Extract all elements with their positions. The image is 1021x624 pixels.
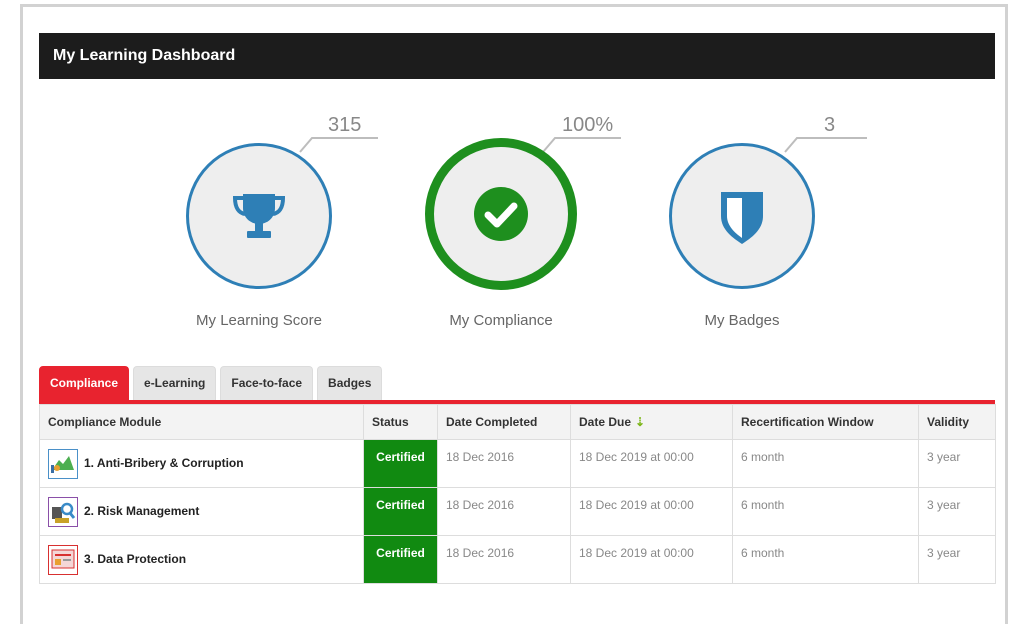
learning-score-value: 315 [328,114,362,136]
recertification-window: 6 month [732,487,919,536]
module-cell[interactable]: 2. Risk Management [39,487,364,536]
col-header-status[interactable]: Status [363,404,438,440]
compliance-leader-line [542,137,621,153]
data-protection-icon [48,544,78,575]
table-header-row: Compliance Module Status Date Completed … [39,404,996,440]
date-due: 18 Dec 2019 at 00:00 [570,439,733,488]
status-badge: Certified [363,535,438,584]
tab-badges[interactable]: Badges [317,366,383,401]
compliance-label: My Compliance [449,312,553,329]
date-completed: 18 Dec 2016 [437,439,571,488]
tab-compliance[interactable]: Compliance [39,366,130,401]
module-name[interactable]: 1. Anti-Bribery & Corruption [84,456,244,470]
badges-label: My Badges [704,312,780,329]
risk-management-icon [48,496,78,527]
compliance-table: Compliance Module Status Date Completed … [39,404,996,584]
shield-icon [721,192,763,244]
anti-bribery-icon [48,448,78,479]
compliance-circle [425,138,577,290]
badges-circle [669,143,815,289]
validity: 3 year [918,535,996,584]
sort-down-arrow-icon[interactable]: ⇣ [635,415,645,429]
date-due: 18 Dec 2019 at 00:00 [570,487,733,536]
tab-bar: Compliance e-Learning Face-to-face Badge… [39,366,383,401]
col-header-recertification-window[interactable]: Recertification Window [732,404,919,440]
dashboard-header: My Learning Dashboard [39,33,995,79]
module-cell[interactable]: 1. Anti-Bribery & Corruption [39,439,364,488]
date-completed: 18 Dec 2016 [437,487,571,536]
recertification-window: 6 month [732,535,919,584]
badges-value: 3 [824,114,836,136]
date-completed: 18 Dec 2016 [437,535,571,584]
col-header-date-completed[interactable]: Date Completed [437,404,571,440]
table-row[interactable]: 2. Risk Management Certified 18 Dec 2016… [39,487,996,536]
table-row[interactable]: 1. Anti-Bribery & Corruption Certified 1… [39,439,996,488]
learning-score-label: My Learning Score [196,312,322,329]
compliance-value: 100% [562,114,614,136]
module-name[interactable]: 3. Data Protection [84,552,186,566]
recertification-window: 6 month [732,439,919,488]
col-header-date-due[interactable]: Date Due ⇣ [570,404,733,440]
status-badge: Certified [363,439,438,488]
col-header-module[interactable]: Compliance Module [39,404,364,440]
trophy-icon [232,194,286,238]
status-badge: Certified [363,487,438,536]
check-circle-icon [474,187,528,241]
tab-e-learning[interactable]: e-Learning [133,366,217,401]
module-name[interactable]: 2. Risk Management [84,504,199,518]
learning-score-circle [186,143,332,289]
learning-score-leader-line [299,137,378,153]
tab-face-to-face[interactable]: Face-to-face [220,366,314,401]
col-header-validity[interactable]: Validity [918,404,996,440]
badges-leader-line [784,137,867,153]
page-title: My Learning Dashboard [53,47,236,64]
validity: 3 year [918,487,996,536]
module-cell[interactable]: 3. Data Protection [39,535,364,584]
table-row[interactable]: 3. Data Protection Certified 18 Dec 2016… [39,535,996,584]
validity: 3 year [918,439,996,488]
date-due: 18 Dec 2019 at 00:00 [570,535,733,584]
